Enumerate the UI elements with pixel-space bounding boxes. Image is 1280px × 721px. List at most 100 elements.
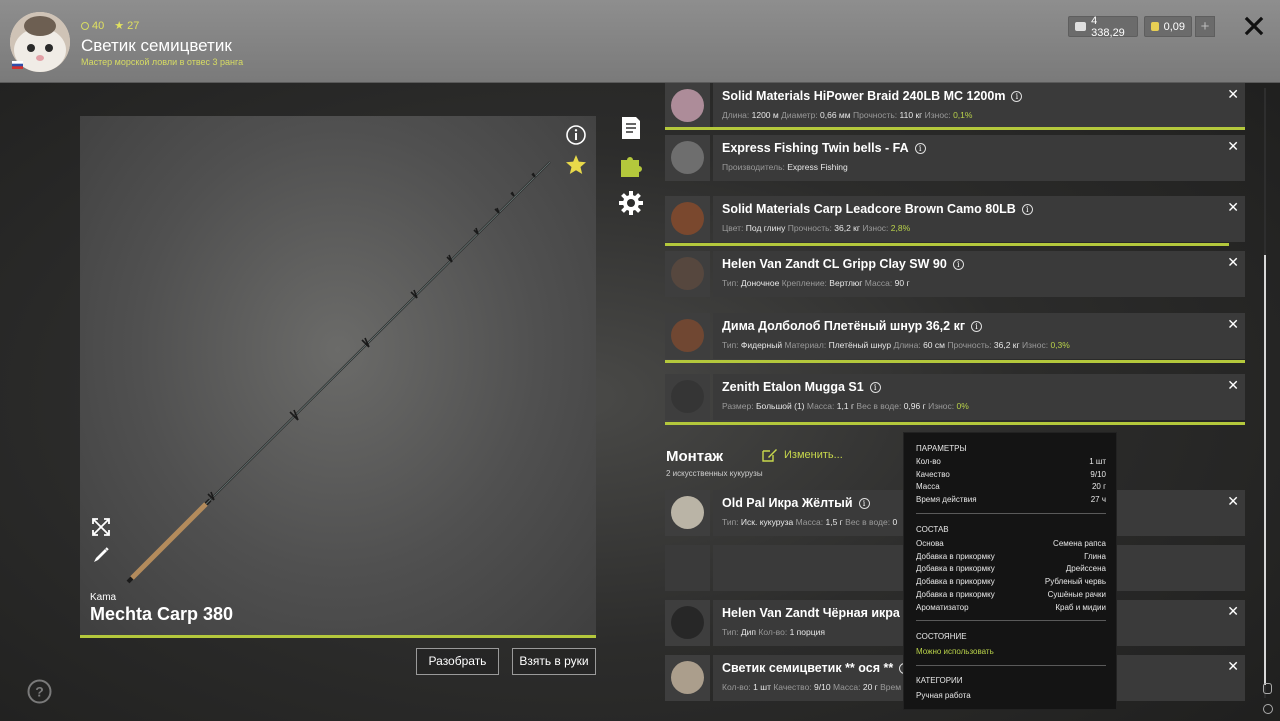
tooltip-row: Кол-во 1 шт xyxy=(916,457,1106,466)
tooltip-key: Качество xyxy=(916,469,950,479)
prop-label: Тип: xyxy=(722,627,739,637)
info-icon[interactable]: i xyxy=(971,321,983,332)
bait-tooltip: ПАРАМЕТРЫ Кол-во 1 шт Качество 9/10 Масса 20 … xyxy=(903,432,1117,710)
star-icon: ★ xyxy=(114,20,125,32)
prop-value: 36,2 кг xyxy=(993,340,1020,350)
item-image xyxy=(671,661,704,694)
stat-coins: 40 xyxy=(92,19,105,32)
tooltip-value: 1 шт xyxy=(1089,457,1106,466)
prop-value: 2,8% xyxy=(890,223,911,233)
tooltip-key: Добавка в прикормку xyxy=(916,577,995,587)
item-image xyxy=(671,319,704,352)
prop-label: Диаметр: xyxy=(781,110,818,120)
empty-slot-thumb[interactable] xyxy=(665,545,710,591)
remove-item-icon[interactable]: ✕ xyxy=(1227,254,1239,271)
help-icon[interactable]: ? xyxy=(27,679,52,704)
info-icon[interactable] xyxy=(565,124,587,146)
category-value: Ручная работа xyxy=(916,691,971,700)
tackle-item-props: Производитель: Express Fishing xyxy=(722,162,848,172)
info-icon[interactable]: i xyxy=(1021,204,1033,215)
prop-label: Цвет: xyxy=(722,223,744,233)
prop-value: Вертлюг xyxy=(829,278,863,288)
tooltip-row: Ароматизатор Краб и мидии xyxy=(916,603,1106,612)
tackle-item-title: Solid Materials HiPower Braid 240LB MC 1… xyxy=(722,89,1023,103)
wear-bar xyxy=(665,243,1229,246)
prop-value: 1 порция xyxy=(789,627,825,637)
prop-label: Крепление: xyxy=(781,278,827,288)
remove-item-icon[interactable]: ✕ xyxy=(1227,199,1239,216)
categories-header: КАТЕГОРИИ xyxy=(916,676,963,685)
tackle-item-props: Цвет: Под глину Прочность: 36,2 кг Износ… xyxy=(722,223,910,233)
prop-value: 0% xyxy=(956,401,969,411)
tackle-item[interactable]: Дима Долболоб Плетёный шнур 36,2 кг i Тип:… xyxy=(665,313,1245,359)
prop-value: 1,5 г xyxy=(825,517,843,527)
tackle-item[interactable]: Zenith Etalon Mugga S1 i Размер: Большой (… xyxy=(665,374,1245,420)
info-icon[interactable]: i xyxy=(952,259,964,270)
tooltip-row: Добавка в прикормку Сушёные рачки xyxy=(916,590,1106,599)
tackle-item[interactable]: Solid Materials HiPower Braid 240LB MC 1… xyxy=(665,83,1245,129)
russia-flag-icon xyxy=(12,61,23,69)
tooltip-value: Глина xyxy=(1084,551,1106,561)
info-icon[interactable]: i xyxy=(914,143,926,154)
prop-value: 1,1 г xyxy=(836,401,855,411)
favorite-star-icon[interactable] xyxy=(565,154,587,176)
prop-value: 1200 м xyxy=(751,110,779,120)
item-image xyxy=(671,141,704,174)
prop-value: 0,3% xyxy=(1050,340,1070,350)
item-image xyxy=(671,257,704,290)
tackle-item-body: Express Fishing Twin bells - FA i Производ… xyxy=(713,135,1245,181)
info-icon[interactable]: i xyxy=(858,498,870,509)
add-gold-button[interactable]: + xyxy=(1195,16,1215,37)
tackle-item[interactable]: Express Fishing Twin bells - FA i Производ… xyxy=(665,135,1245,181)
prop-label: Кол-во: xyxy=(722,682,751,692)
rig-section-subtitle: 2 искусственных кукурузы xyxy=(666,469,763,478)
wear-bar xyxy=(665,422,1245,425)
remove-item-icon[interactable]: ✕ xyxy=(1227,316,1239,333)
info-icon[interactable]: i xyxy=(1011,91,1023,102)
item-image xyxy=(671,202,704,235)
edit-icon[interactable] xyxy=(90,544,112,566)
notes-icon[interactable] xyxy=(617,114,645,142)
gold-coin-icon xyxy=(1151,22,1159,31)
disassemble-button[interactable]: Разобрать xyxy=(416,648,499,675)
puzzle-icon[interactable] xyxy=(617,152,645,180)
dip-thumb xyxy=(665,600,710,646)
microphone-icon[interactable] xyxy=(1263,683,1272,694)
gear-icon[interactable] xyxy=(617,189,645,217)
take-in-hands-button[interactable]: Взять в руки xyxy=(512,648,596,675)
prop-label: Масса: xyxy=(795,517,824,527)
tooltip-key: Добавка в прикормку xyxy=(916,564,995,574)
tackle-item-title: Дима Долболоб Плетёный шнур 36,2 кг i xyxy=(722,319,983,333)
info-icon[interactable]: i xyxy=(869,382,881,393)
silver-balance: 4 338,29 xyxy=(1068,15,1138,39)
remove-item-icon[interactable]: ✕ xyxy=(1227,138,1239,155)
remove-item-icon[interactable]: ✕ xyxy=(1227,493,1239,510)
prop-value: Большой (1) xyxy=(755,401,805,411)
tooltip-row: Основа Семена рапса xyxy=(916,539,1106,548)
prop-value: 0 xyxy=(892,517,898,527)
prop-value: 0,66 мм xyxy=(820,110,851,120)
tooltip-row: Масса 20 г xyxy=(916,482,1106,491)
prop-label: Кол-во: xyxy=(758,627,788,637)
tackle-item[interactable]: Solid Materials Carp Leadcore Brown Camo… xyxy=(665,196,1245,242)
rod-preview-panel: Kama Mechta Carp 380 xyxy=(80,116,596,638)
tackle-item-name: Светик семицветик ** ося ** xyxy=(722,661,894,675)
tooltip-key: Добавка в прикормку xyxy=(916,551,995,561)
remove-item-icon[interactable]: ✕ xyxy=(1227,86,1239,103)
close-icon[interactable] xyxy=(1242,14,1266,38)
settings-small-icon[interactable] xyxy=(1263,704,1273,714)
remove-item-icon[interactable]: ✕ xyxy=(1227,658,1239,675)
tackle-item-props: Размер: Большой (1) Масса: 1,1 г Вес в в… xyxy=(722,401,969,411)
prop-label: Производитель: xyxy=(722,162,785,172)
edit-rig-link[interactable]: Изменить... xyxy=(762,448,843,462)
scrollbar-thumb[interactable] xyxy=(1264,255,1266,685)
prop-value: 20 г xyxy=(862,682,878,692)
rod-image xyxy=(126,161,551,584)
remove-item-icon[interactable]: ✕ xyxy=(1227,377,1239,394)
expand-icon[interactable] xyxy=(90,516,112,538)
remove-item-icon[interactable]: ✕ xyxy=(1227,603,1239,620)
tackle-item[interactable]: Helen Van Zandt CL Gripp Clay SW 90 i Тип:… xyxy=(665,251,1245,297)
prop-label: Размер: xyxy=(722,401,754,411)
leadcore-thumb xyxy=(665,196,710,242)
tackle-item-title: Светик семицветик ** ося **i xyxy=(722,661,911,675)
